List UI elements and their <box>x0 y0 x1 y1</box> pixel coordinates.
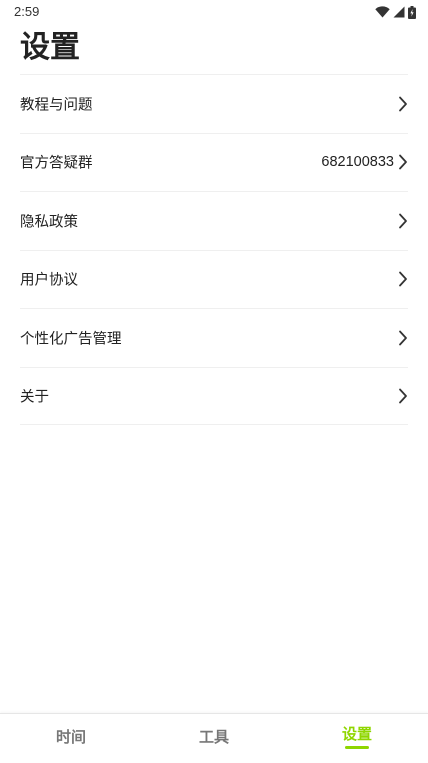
settings-item-label: 教程与问题 <box>20 97 93 114</box>
chevron-right-icon <box>398 213 408 229</box>
wifi-icon <box>375 6 390 18</box>
settings-item-label: 个性化广告管理 <box>20 331 122 348</box>
tab-label: 时间 <box>55 728 86 746</box>
settings-item-label: 官方答疑群 <box>20 155 93 172</box>
chevron-right-icon <box>398 96 408 112</box>
chevron-right-icon <box>398 388 408 404</box>
settings-item-label: 隐私政策 <box>20 214 78 231</box>
status-icons <box>375 4 416 20</box>
settings-item-tutorials[interactable]: 教程与问题 <box>20 74 408 133</box>
cell-signal-icon <box>393 6 405 18</box>
settings-item-label: 用户协议 <box>20 272 78 289</box>
status-bar: 2:59 <box>0 0 428 24</box>
bottom-nav: 时间 工具 设置 <box>0 713 428 763</box>
tab-time[interactable]: 时间 <box>26 714 116 763</box>
tab-label: 工具 <box>198 728 229 746</box>
tab-tools[interactable]: 工具 <box>169 714 259 763</box>
chevron-right-icon <box>398 154 408 170</box>
tab-settings[interactable]: 设置 <box>312 714 402 763</box>
chevron-right-icon <box>398 271 408 287</box>
tab-label: 设置 <box>341 725 372 743</box>
active-tab-indicator <box>345 746 369 749</box>
settings-item-about[interactable]: 关于 <box>20 366 408 425</box>
settings-item-user-agreement[interactable]: 用户协议 <box>20 249 408 309</box>
chevron-right-icon <box>398 330 408 346</box>
group-number-value: 682100833 <box>321 154 394 171</box>
settings-item-privacy-policy[interactable]: 隐私政策 <box>20 191 408 250</box>
battery-charging-icon <box>408 5 416 19</box>
status-time: 2:59 <box>14 4 40 19</box>
settings-item-official-group[interactable]: 官方答疑群 682100833 <box>20 132 408 192</box>
settings-item-ad-management[interactable]: 个性化广告管理 <box>20 308 408 367</box>
settings-item-label: 关于 <box>20 389 49 406</box>
page-title: 设置 <box>20 30 80 65</box>
settings-list: 教程与问题 官方答疑群 682100833 隐私政策 用户协议 个性化广告管理 … <box>20 74 408 425</box>
